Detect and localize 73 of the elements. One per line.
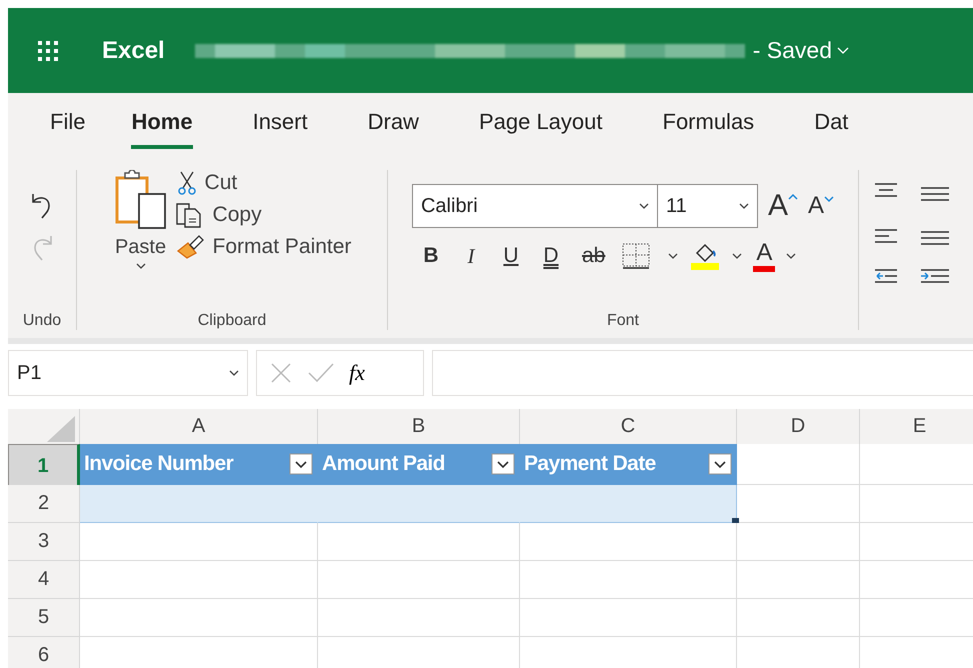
- cut-button[interactable]: Cut: [174, 170, 352, 196]
- insert-function-button[interactable]: fx: [349, 360, 365, 386]
- select-all-icon[interactable]: [45, 416, 75, 442]
- grid-cell[interactable]: [737, 523, 860, 561]
- grid-cell[interactable]: [318, 599, 520, 637]
- ribbon-tab[interactable]: Insert: [252, 104, 308, 148]
- ribbon-tab[interactable]: Home: [131, 104, 193, 148]
- format-button[interactable]: ab: [576, 244, 612, 268]
- grid-cell[interactable]: [80, 599, 318, 637]
- column-header[interactable]: D: [737, 409, 860, 444]
- grid-cell[interactable]: [737, 485, 860, 523]
- ribbon-tab[interactable]: Formulas: [662, 104, 754, 148]
- save-status[interactable]: - Saved: [752, 37, 849, 64]
- table-cell[interactable]: [520, 485, 737, 523]
- group-label: Clipboard: [198, 312, 266, 330]
- header-text: Invoice Number: [84, 452, 234, 476]
- ribbon-tab[interactable]: Page Layout: [478, 104, 602, 148]
- grid-cell[interactable]: [520, 523, 737, 561]
- format-button[interactable]: U: [496, 244, 526, 268]
- app-launcher-icon[interactable]: [38, 40, 58, 60]
- caret-icon[interactable]: [136, 263, 146, 270]
- caret-icon[interactable]: [731, 252, 744, 260]
- chevron-down-icon[interactable]: [824, 196, 834, 203]
- caret-icon[interactable]: [229, 370, 239, 376]
- app-name[interactable]: Excel: [102, 36, 165, 64]
- copy-button[interactable]: Copy: [174, 202, 352, 228]
- grid-cell[interactable]: [737, 444, 860, 485]
- group-label: Font: [606, 312, 639, 330]
- caret-icon[interactable]: [638, 202, 649, 210]
- grid-cell[interactable]: [80, 561, 318, 599]
- clipboard-icon[interactable]: [112, 170, 169, 232]
- font-color-button[interactable]: A: [753, 240, 776, 272]
- font-size-dropdown[interactable]: 11: [658, 184, 758, 228]
- row-header[interactable]: 1: [8, 444, 80, 485]
- row-header[interactable]: 6: [8, 637, 80, 668]
- grid-cell[interactable]: [318, 523, 520, 561]
- group-label: Undo: [22, 312, 62, 330]
- format-button[interactable]: I: [456, 244, 486, 268]
- grid-cell[interactable]: [737, 599, 860, 637]
- enter-icon[interactable]: [307, 361, 335, 385]
- ribbon-tab[interactable]: Draw: [368, 104, 419, 148]
- grid-cell[interactable]: [520, 599, 737, 637]
- caret-icon[interactable]: [738, 202, 749, 210]
- cancel-icon[interactable]: [269, 361, 293, 385]
- grid-cell[interactable]: [520, 561, 737, 599]
- caret-icon[interactable]: [667, 252, 680, 260]
- filter-dropdown-icon[interactable]: [289, 453, 313, 475]
- name-box[interactable]: P1: [8, 350, 248, 396]
- paste-button[interactable]: Paste: [112, 170, 169, 270]
- filter-dropdown-icon[interactable]: [491, 453, 515, 475]
- shrink-font-button[interactable]: A: [798, 192, 834, 220]
- row-header[interactable]: 3: [8, 523, 80, 561]
- fill-color-icon[interactable]: [689, 241, 722, 271]
- ribbon-tab[interactable]: Dat: [814, 104, 848, 148]
- format-button[interactable]: B: [416, 244, 446, 268]
- chevron-up-icon[interactable]: [788, 193, 798, 200]
- ribbon-tab[interactable]: File: [50, 104, 86, 148]
- grow-font-button[interactable]: A: [758, 189, 798, 223]
- caret-icon[interactable]: [785, 252, 798, 260]
- grid-cell[interactable]: [80, 523, 318, 561]
- column-header[interactable]: E: [860, 409, 973, 444]
- font-name-dropdown[interactable]: Calibri: [412, 184, 658, 228]
- grid-cell[interactable]: [737, 561, 860, 599]
- header-text: Payment Date: [524, 452, 656, 476]
- filter-dropdown-icon[interactable]: [708, 453, 732, 475]
- header-text: Amount Paid: [322, 452, 445, 476]
- formula-input[interactable]: [432, 350, 973, 396]
- format-button[interactable]: D: [536, 244, 566, 268]
- row-header[interactable]: 4: [8, 561, 80, 599]
- format-painter-button[interactable]: Format Painter: [174, 234, 352, 260]
- row-header[interactable]: 2: [8, 485, 80, 523]
- grid-cell[interactable]: [318, 561, 520, 599]
- row-header[interactable]: 5: [8, 599, 80, 637]
